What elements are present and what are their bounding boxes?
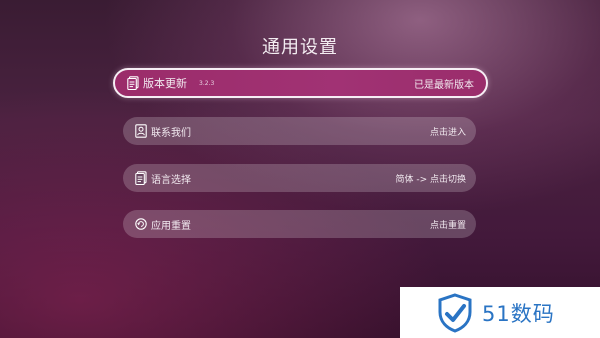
document-icon bbox=[127, 76, 139, 90]
shield-logo-icon bbox=[438, 292, 472, 333]
contact-card-icon bbox=[135, 124, 147, 138]
menu-item-language[interactable]: 语言选择 简体 -> 点击切换 bbox=[123, 164, 476, 192]
menu-item-label: 联系我们 bbox=[151, 127, 191, 139]
menu-item-action: 点击进入 bbox=[429, 127, 466, 138]
watermark-text: 51数码 bbox=[482, 301, 555, 326]
menu-item-version-update[interactable]: 版本更新 3.2.3 已是最新版本 bbox=[113, 68, 488, 98]
menu-item-action: 简体 -> 点击切换 bbox=[395, 174, 466, 185]
menu-item-contact-us[interactable]: 联系我们 点击进入 bbox=[123, 117, 476, 145]
language-doc-icon bbox=[135, 171, 147, 185]
menu-item-app-reset[interactable]: 应用重置 点击重置 bbox=[123, 210, 476, 238]
page-title: 通用设置 bbox=[262, 37, 338, 58]
menu-item-action: 点击重置 bbox=[429, 220, 466, 231]
menu-item-status: 已是最新版本 bbox=[414, 79, 474, 91]
menu-item-label: 版本更新 bbox=[143, 77, 187, 90]
reset-icon bbox=[135, 218, 147, 230]
version-number: 3.2.3 bbox=[199, 80, 215, 87]
menu-item-label: 语言选择 bbox=[151, 174, 191, 186]
watermark: 51数码 bbox=[400, 287, 600, 338]
menu-item-label: 应用重置 bbox=[151, 220, 191, 232]
